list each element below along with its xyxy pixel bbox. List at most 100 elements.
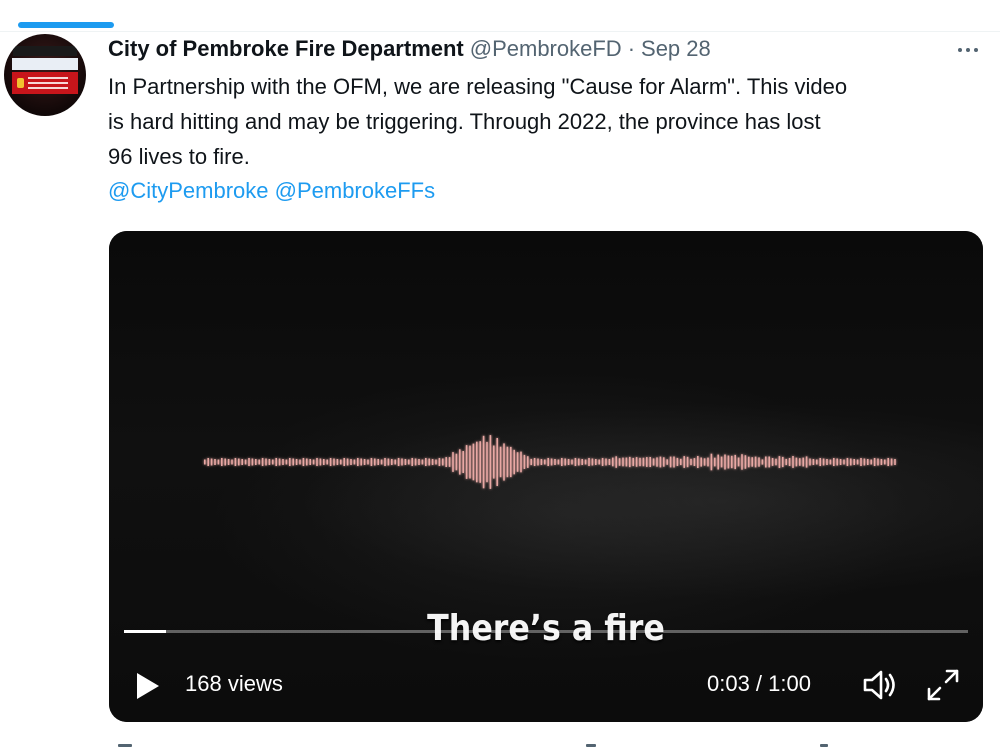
waveform-bar [336,459,339,465]
waveform-bar [234,458,237,466]
author-handle[interactable]: @PembrokeFD [470,34,622,64]
waveform-bar [255,459,257,465]
waveform-bar [221,458,223,466]
waveform-bar [775,458,777,466]
waveform-bar [455,453,458,471]
waveform-bar [312,459,315,465]
waveform-bar [588,458,590,466]
volume-button[interactable] [861,667,901,703]
waveform-bar [822,458,825,466]
waveform-bar [251,458,254,466]
waveform-bar [598,459,600,465]
waveform-bar [765,456,767,468]
waveform-bar [292,458,294,466]
waveform-bar [265,458,267,466]
waveform-bar [584,459,587,465]
waveform-bar [476,441,478,483]
waveform-bar [316,458,318,466]
waveform-bar [686,456,689,468]
waveform-bar [435,459,437,465]
waveform-bar [890,458,893,466]
mention-link[interactable]: @PembrokeFFs [275,178,435,203]
waveform-bar [754,456,757,468]
waveform-bar [431,459,434,465]
waveform-bar [724,454,726,470]
waveform-bar [744,455,747,469]
waveform-bar [411,458,413,466]
tweet-header: City of Pembroke Fire Department @Pembro… [108,34,711,64]
waveform-bar [894,459,896,465]
waveform-bar [323,459,325,465]
video-player[interactable]: There’s a fire 168 views 0:03 / 1:00 [109,231,983,722]
tweet-page: City of Pembroke Fire Department @Pembro… [0,0,1000,750]
waveform-bar [418,459,420,465]
waveform-bar [741,454,743,470]
waveform-bar [503,443,505,481]
video-time: 0:03 / 1:00 [707,671,811,696]
waveform-bar [554,459,556,465]
author-name[interactable]: City of Pembroke Fire Department [108,34,464,64]
waveform-bar [622,457,624,467]
waveform-bar [448,457,451,467]
tweet-date[interactable]: Sep 28 [641,34,711,64]
waveform-bar [649,457,651,467]
waveform-bar [353,459,356,465]
waveform-bar [326,459,328,465]
more-options-button[interactable] [948,38,988,62]
waveform-bar [880,459,883,465]
waveform-bar [758,457,760,467]
waveform-bar [533,458,536,466]
waveform-bar [618,458,621,466]
video-progress-fill [124,630,167,633]
waveform-bar [833,458,835,466]
waveform-bar [367,459,369,465]
waveform-bar [778,456,781,468]
waveform-bar [782,456,784,468]
waveform-bar [700,457,702,467]
play-icon [137,673,159,699]
video-progress-bar[interactable] [124,630,968,633]
waveform-bar [846,458,849,466]
waveform-bar [306,458,308,466]
play-button[interactable] [129,669,163,703]
header-separator: · [627,36,636,61]
waveform-bar [401,458,403,466]
waveform-bar [319,458,322,466]
waveform-bar [442,458,444,466]
mention-link[interactable]: @CityPembroke [108,178,269,203]
waveform-bar [710,453,713,471]
waveform-bar [714,457,716,467]
waveform-bar [272,459,274,465]
waveform-bar [238,458,240,466]
waveform-bar [601,458,604,466]
waveform-bar [727,455,730,469]
waveform-bar [268,459,271,465]
waveform-bar [567,459,570,465]
fullscreen-button[interactable] [923,665,963,705]
waveform-bar [214,459,216,465]
waveform-bar [469,445,471,479]
waveform-bar [676,457,679,466]
waveform-bar [595,459,597,465]
waveform-bar [867,459,869,465]
waveform-bar [421,459,424,465]
waveform-bar [370,458,373,466]
waveform-bar [635,457,638,467]
waveform-bar [244,459,247,465]
waveform-bar [870,459,872,465]
waveform-bar [873,458,876,466]
waveform-bar [357,458,359,466]
waveform-bar [734,454,736,470]
avatar[interactable] [4,34,86,116]
waveform-bar [574,458,577,466]
view-count: 168 views [185,671,283,696]
divider [0,31,1000,32]
waveform-bar [887,458,889,466]
waveform-bar [591,458,594,466]
waveform-bar [479,441,481,483]
waveform-bar [302,458,305,466]
waveform-bar [452,452,454,472]
tweet-text: In Partnership with the OFM, we are rele… [108,74,848,169]
waveform-bar [374,458,376,466]
waveform-bar [404,459,407,465]
